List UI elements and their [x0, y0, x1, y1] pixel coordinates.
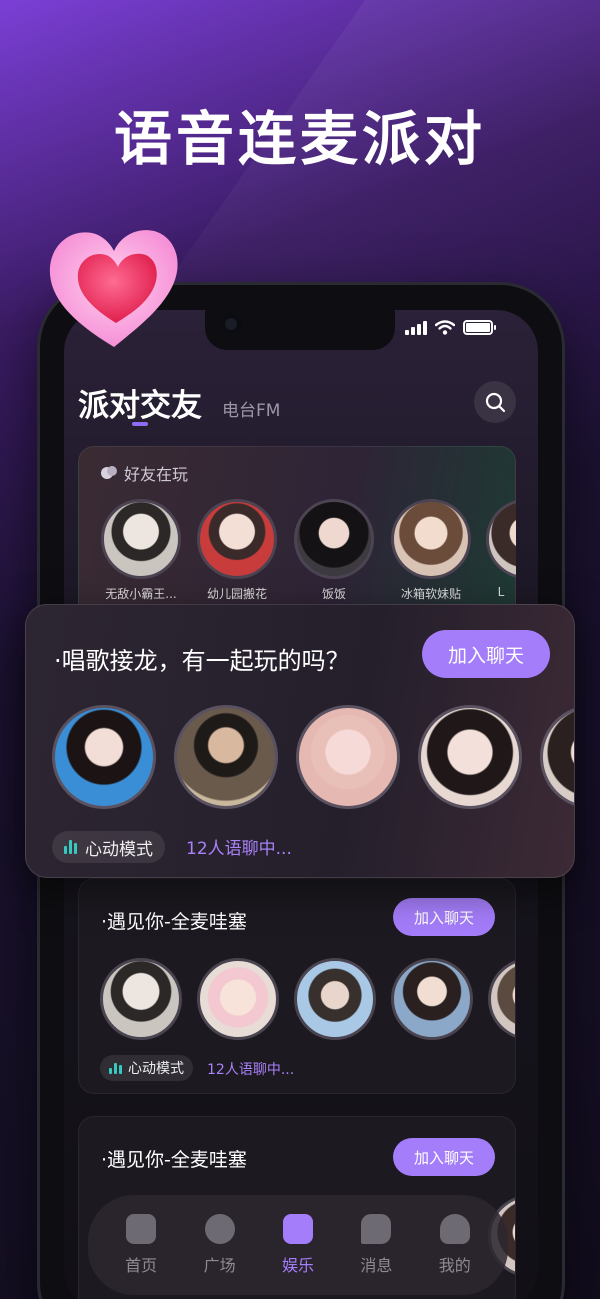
- bottom-tab-bar: 首页 广场 娱乐 消息 我的: [88, 1195, 508, 1295]
- search-button[interactable]: [474, 381, 516, 423]
- heart-mode-badge: 心动模式: [52, 831, 165, 863]
- avatar[interactable]: [488, 958, 515, 1040]
- friend-item[interactable]: 冰箱软妹贴: [389, 499, 473, 602]
- tab-home[interactable]: 首页: [106, 1214, 176, 1276]
- equalizer-icon: [109, 1062, 122, 1074]
- friends-playing-header: 好友在玩: [100, 461, 188, 485]
- wifi-icon: [435, 320, 455, 335]
- tab-label: 消息: [360, 1256, 393, 1275]
- avatar[interactable]: [52, 705, 156, 809]
- top-nav: 派对交友 电台FM: [78, 380, 522, 425]
- avatar: [197, 499, 277, 579]
- join-chat-button[interactable]: 加入聊天: [422, 630, 550, 678]
- online-count: 12人语聊中...: [207, 1062, 295, 1078]
- friend-name: 饭饭: [321, 587, 346, 601]
- avatar: [391, 499, 471, 579]
- avatar[interactable]: [197, 958, 279, 1040]
- friend-item[interactable]: 幼儿园搬花: [195, 499, 279, 602]
- tab-label: 首页: [125, 1256, 158, 1275]
- tab-label: 广场: [203, 1256, 236, 1275]
- avatar[interactable]: [174, 705, 278, 809]
- equalizer-icon: [64, 840, 77, 854]
- friend-name: 冰箱软妹贴: [400, 587, 461, 601]
- avatar[interactable]: [391, 958, 473, 1040]
- camera-icon: [220, 313, 242, 335]
- active-tab-indicator: [132, 422, 148, 426]
- promo-headline: 语音连麦派对: [113, 105, 486, 173]
- tab-radio-fm[interactable]: 电台FM: [222, 396, 280, 421]
- battery-icon: [463, 320, 496, 335]
- avatar[interactable]: [418, 705, 522, 809]
- entertainment-icon: [282, 1214, 313, 1244]
- friend-item[interactable]: 饭饭: [292, 499, 376, 602]
- planet-icon: [204, 1214, 235, 1244]
- message-icon: [361, 1214, 392, 1244]
- room-card-featured[interactable]: ·唱歌接龙，有一起玩的吗？ 加入聊天 心动模式 12人语聊中...: [25, 604, 575, 878]
- avatar[interactable]: [540, 705, 574, 809]
- join-chat-button[interactable]: 加入聊天: [393, 1138, 495, 1176]
- profile-icon: [439, 1214, 470, 1244]
- heart-icon: [49, 230, 178, 347]
- home-icon: [126, 1214, 157, 1244]
- avatar[interactable]: [294, 958, 376, 1040]
- tab-entertainment[interactable]: 娱乐: [263, 1214, 333, 1276]
- join-chat-button[interactable]: 加入聊天: [393, 898, 495, 936]
- tab-messages[interactable]: 消息: [341, 1214, 411, 1276]
- friends-playing-title: 好友在玩: [124, 465, 189, 484]
- friend-item[interactable]: 无敌小霸王...: [99, 499, 183, 602]
- friend-name: 幼儿园搬花: [206, 587, 267, 601]
- search-icon: [485, 392, 506, 413]
- tab-label: 娱乐: [281, 1256, 314, 1275]
- signal-icon: [405, 320, 427, 335]
- online-count: 12人语聊中...: [186, 839, 292, 859]
- status-bar: [405, 320, 496, 335]
- room-card[interactable]: ·遇见你-全麦哇塞 加入聊天 心动模式 12人语聊中...: [78, 878, 516, 1094]
- avatar: [294, 499, 374, 579]
- friend-item[interactable]: L: [486, 499, 516, 599]
- mode-label: 心动模式: [85, 839, 153, 860]
- friends-icon: [101, 466, 117, 479]
- avatar: [486, 499, 516, 579]
- heart-mode-badge: 心动模式: [100, 1055, 193, 1081]
- friend-name: L: [497, 585, 505, 599]
- tab-party[interactable]: 派对交友: [78, 380, 202, 425]
- room-title: ·遇见你-全麦哇塞: [101, 1149, 247, 1171]
- room-title: ·遇见你-全麦哇塞: [101, 911, 247, 933]
- tab-label: 我的: [438, 1256, 471, 1275]
- friend-name: 无敌小霸王...: [105, 587, 177, 601]
- mode-label: 心动模式: [128, 1061, 184, 1077]
- avatar[interactable]: [100, 958, 182, 1040]
- avatar[interactable]: [296, 705, 400, 809]
- room-title: ·唱歌接龙，有一起玩的吗？: [54, 647, 350, 675]
- tab-profile[interactable]: 我的: [420, 1214, 490, 1276]
- avatar: [101, 499, 181, 579]
- tab-square[interactable]: 广场: [185, 1214, 255, 1276]
